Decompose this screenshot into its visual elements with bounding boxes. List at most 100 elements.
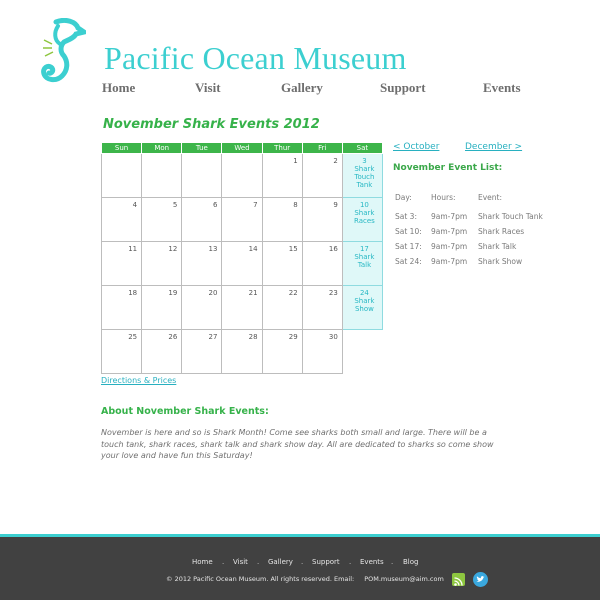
calendar-day-number: 9 (333, 201, 338, 209)
event-list-row: Sat 24: 9am-7pm Shark Show (393, 257, 563, 269)
footer-email[interactable]: POM.museum@aim.com (364, 575, 444, 583)
event-list-row: Sat 17: 9am-7pm Shark Talk (393, 242, 563, 254)
calendar-day-cell: 16 (301, 241, 343, 286)
footer-nav-blog[interactable]: Blog (403, 558, 418, 566)
footer-nav-visit[interactable]: Visit (233, 558, 248, 566)
calendar-day-number: 1 (293, 157, 298, 165)
directions-prices-link[interactable]: Directions & Prices (101, 376, 176, 385)
footer-nav-support[interactable]: Support (312, 558, 340, 566)
event-name: Shark Touch Tank (478, 212, 543, 221)
event-name: Shark Races (478, 227, 525, 236)
calendar-event-label: Shark Races (354, 209, 375, 225)
calendar-day-cell: 20 (181, 285, 223, 330)
event-list-row: Sat 10: 9am-7pm Shark Races (393, 227, 563, 239)
calendar-day-cell: 5 (141, 197, 183, 242)
calendar-day-cell (181, 153, 223, 198)
calendar-week-row: 11 12 13 14 15 16 17 Shark Talk (100, 241, 384, 286)
site-title: Pacific Ocean Museum (104, 40, 407, 76)
twitter-icon[interactable] (473, 572, 488, 587)
calendar-day-number: 22 (288, 289, 298, 297)
calendar-day-number: 28 (248, 333, 258, 341)
weekday-sat: Sat (341, 142, 384, 154)
calendar-day-number: 23 (328, 289, 338, 297)
calendar-day-number: 2 (333, 157, 338, 165)
calendar-day-number: 30 (328, 333, 338, 341)
nav-support[interactable]: Support (380, 80, 426, 96)
calendar-event-cell[interactable]: 17 Shark Talk (341, 241, 384, 286)
calendar-day-cell: 29 (261, 329, 303, 374)
calendar-event-label: Shark Show (354, 297, 375, 313)
weekday-fri: Fri (301, 142, 343, 154)
main-nav: Home Visit Gallery Support Events (0, 80, 600, 96)
event-day: Sat 24: (395, 257, 422, 266)
footer-nav-separator: . (301, 558, 304, 566)
footer-nav-gallery[interactable]: Gallery (268, 558, 293, 566)
footer-nav-events[interactable]: Events (360, 558, 384, 566)
calendar-day-cell: 22 (261, 285, 303, 330)
event-list-header: Day: Hours: Event: (393, 193, 563, 205)
calendar-day-number: 25 (128, 333, 138, 341)
calendar-day-number: 13 (208, 245, 218, 253)
calendar-day-number: 11 (128, 245, 138, 253)
copyright: © 2012 Pacific Ocean Museum. All rights … (166, 575, 444, 583)
calendar-day-number: 15 (288, 245, 298, 253)
footer-nav-separator: . (257, 558, 260, 566)
event-hours: 9am-7pm (431, 257, 468, 266)
event-day: Sat 10: (395, 227, 422, 236)
prev-month-link[interactable]: < October (393, 142, 439, 152)
event-hours: 9am-7pm (431, 242, 468, 251)
header-day: Day: (395, 193, 412, 202)
calendar-empty-cell (342, 330, 382, 374)
footer-nav-home[interactable]: Home (192, 558, 213, 566)
footer: Home. Visit. Gallery. Support. Events. Blog ©… (0, 534, 600, 600)
calendar-day-number: 14 (248, 245, 258, 253)
nav-home[interactable]: Home (102, 80, 135, 96)
calendar-event-label: Shark Talk (354, 253, 375, 269)
calendar-day-cell: 6 (181, 197, 223, 242)
calendar-day-cell: 30 (301, 329, 343, 374)
calendar-day-number: 24 (359, 289, 369, 297)
calendar-title: November Shark Events 2012 (103, 117, 320, 132)
calendar-event-cell[interactable]: 10 Shark Races (341, 197, 384, 242)
calendar-event-cell[interactable]: 24 Shark Show (341, 285, 384, 330)
event-name: Shark Show (478, 257, 523, 266)
next-month-link[interactable]: December > (465, 142, 522, 152)
calendar-day-number: 18 (128, 289, 138, 297)
nav-gallery[interactable]: Gallery (281, 80, 323, 96)
calendar-day-cell: 28 (221, 329, 263, 374)
calendar-day-number: 4 (132, 201, 138, 209)
rss-icon[interactable] (452, 573, 465, 586)
calendar-day-number: 10 (359, 201, 369, 209)
calendar-day-cell: 2 (301, 153, 343, 198)
calendar-day-cell: 21 (221, 285, 263, 330)
calendar-week-row: 25 26 27 28 29 30 (100, 329, 383, 374)
site-logo[interactable]: Pacific Ocean Museum (38, 18, 406, 88)
calendar-day-cell: 15 (261, 241, 303, 286)
calendar-weekday-row: Sun Mon Tue Wed Thur Fri Sat (100, 142, 384, 154)
weekday-wed: Wed (221, 142, 263, 154)
calendar-day-number: 7 (253, 201, 258, 209)
calendar-event-label: Shark Touch Tank (354, 165, 375, 189)
calendar-event-cell[interactable]: 3 Shark Touch Tank (341, 153, 384, 198)
event-hours: 9am-7pm (431, 212, 468, 221)
calendar-day-cell: 26 (141, 329, 183, 374)
calendar-day-cell: 7 (221, 197, 263, 242)
calendar-day-number: 17 (359, 245, 369, 253)
about-title: About November Shark Events: (101, 406, 269, 417)
calendar-day-number: 16 (328, 245, 338, 253)
calendar-day-cell: 9 (301, 197, 343, 242)
calendar-day-cell (100, 153, 143, 198)
footer-nav-separator: . (349, 558, 352, 566)
event-list-title: November Event List: (393, 163, 503, 173)
calendar-day-cell: 18 (100, 285, 143, 330)
calendar-day-number: 20 (208, 289, 218, 297)
calendar-day-number: 21 (248, 289, 258, 297)
nav-events[interactable]: Events (483, 80, 521, 96)
event-day: Sat 17: (395, 242, 422, 251)
header-event: Event: (478, 193, 503, 202)
event-day: Sat 3: (395, 212, 417, 221)
weekday-mon: Mon (141, 142, 183, 154)
nav-visit[interactable]: Visit (195, 80, 221, 96)
event-list-row: Sat 3: 9am-7pm Shark Touch Tank (393, 212, 563, 224)
weekday-thur: Thur (261, 142, 303, 154)
